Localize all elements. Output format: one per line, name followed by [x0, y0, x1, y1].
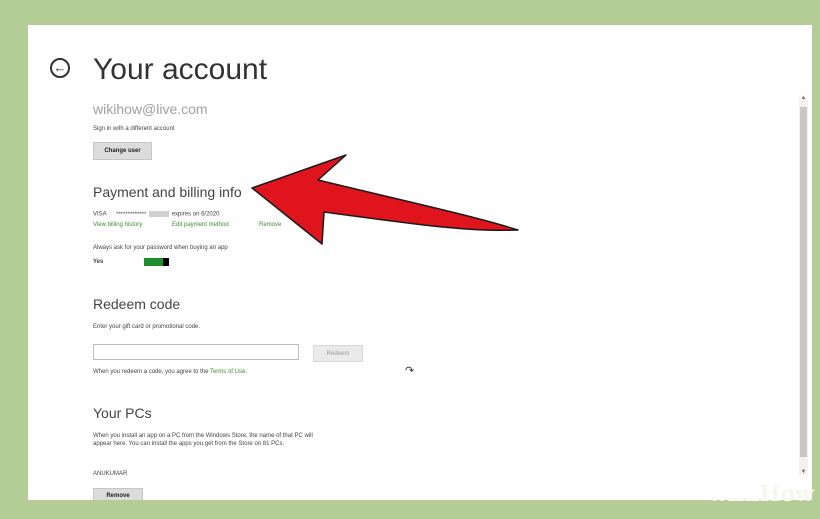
wikihow-watermark: wiki How — [660, 469, 820, 519]
red-annotation-arrow-icon — [251, 154, 519, 245]
watermark-how: How — [759, 481, 814, 507]
watermark-wiki: wiki — [708, 481, 760, 507]
